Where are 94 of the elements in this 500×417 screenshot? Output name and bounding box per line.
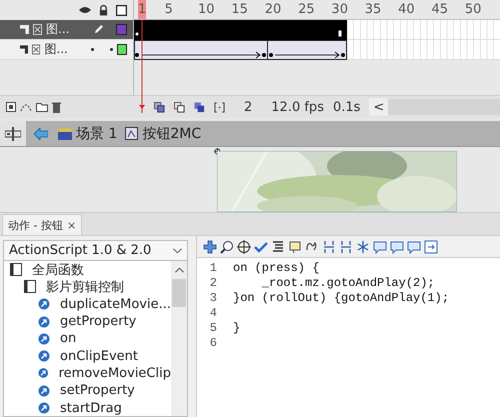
frame-number: 35 xyxy=(364,2,382,17)
frame-number: 5 xyxy=(164,2,173,17)
line-number: 1 xyxy=(208,260,217,274)
comment-icon[interactable] xyxy=(407,240,421,254)
language-dropdown[interactable]: ActionScript 1.0 & 2.0 xyxy=(3,240,188,261)
symbol-icon xyxy=(125,127,138,140)
comment-icon[interactable] xyxy=(390,240,404,254)
script-assist-icon[interactable] xyxy=(424,240,438,254)
line-number: 2 xyxy=(208,276,217,290)
layer-name[interactable]: 图... xyxy=(46,21,80,38)
panel-title: 动作 - 按钮 xyxy=(8,218,63,232)
close-button[interactable]: × xyxy=(66,218,76,232)
action-icon xyxy=(38,298,50,310)
layer-icon xyxy=(20,25,29,34)
action-icon xyxy=(38,384,50,397)
symbol-icon xyxy=(33,24,42,35)
tree-item[interactable]: removeMovieClip xyxy=(4,364,171,382)
folder-icon[interactable] xyxy=(36,102,48,112)
frame-number: 10 xyxy=(198,2,215,17)
frame-number: 20 xyxy=(264,2,282,17)
playhead[interactable] xyxy=(138,0,146,107)
comment-icon[interactable] xyxy=(373,240,387,254)
code-line: }on (rollOut) {gotoAndPlay(1); xyxy=(233,290,450,304)
line-number: 3 xyxy=(208,290,217,304)
lock-dot[interactable] xyxy=(110,48,113,51)
panel-tab[interactable]: 动作 - 按钮 × xyxy=(2,214,82,235)
outline-color-swatch[interactable] xyxy=(116,24,127,35)
layer-row[interactable]: 图... xyxy=(0,40,134,60)
tree-item[interactable]: getProperty xyxy=(4,312,171,330)
scroll-left-button[interactable]: < xyxy=(369,98,388,116)
code-line: _root.mz.gotoAndPlay(2); xyxy=(260,276,435,290)
search-icon[interactable] xyxy=(220,240,234,254)
code-line: } xyxy=(233,320,240,334)
expand-icon[interactable] xyxy=(356,240,370,254)
scroll-thumb[interactable] xyxy=(172,279,186,307)
scrollbar[interactable] xyxy=(171,261,187,416)
visibility-dot[interactable] xyxy=(91,48,94,51)
action-icon xyxy=(38,332,50,345)
layer-name[interactable]: 图... xyxy=(44,41,76,58)
marker-icon[interactable] xyxy=(214,102,225,112)
trash-icon[interactable] xyxy=(52,102,61,112)
code-line: on (press) { xyxy=(233,260,320,274)
action-icon xyxy=(38,350,50,362)
layer-icon xyxy=(20,45,28,54)
layer-row[interactable]: 图... xyxy=(0,20,134,40)
outline-icon[interactable] xyxy=(116,4,127,16)
tree-item[interactable]: on xyxy=(4,330,171,348)
code-hint-icon[interactable] xyxy=(288,240,302,254)
action-icon xyxy=(38,367,49,380)
frame-number: 40 xyxy=(398,2,415,17)
line-number: 6 xyxy=(208,336,217,350)
frame-number: 45 xyxy=(431,2,448,17)
tree-item[interactable]: 影片剪辑控制 xyxy=(4,278,171,296)
format-icon[interactable] xyxy=(271,240,285,254)
frame-number: 30 xyxy=(331,2,348,17)
clapperboard-icon xyxy=(58,128,72,140)
action-icon xyxy=(38,316,50,328)
onion-outline-icon[interactable] xyxy=(174,102,185,112)
frame-number: 15 xyxy=(231,2,248,17)
tree-item[interactable]: setProperty xyxy=(4,382,171,400)
check-icon[interactable] xyxy=(254,240,268,254)
target-icon[interactable] xyxy=(237,240,251,254)
collapse-icon[interactable] xyxy=(322,240,336,254)
line-number: 4 xyxy=(208,306,217,320)
back-arrow-icon[interactable] xyxy=(34,128,48,140)
tree-item[interactable]: duplicateMovie... xyxy=(4,296,171,313)
breadcrumb-link[interactable]: 场景 1 xyxy=(76,124,118,142)
chevron-down-icon xyxy=(173,248,182,254)
add-icon[interactable] xyxy=(203,240,217,254)
tree-item[interactable]: 全局函数 xyxy=(4,261,171,278)
pencil-icon xyxy=(94,25,103,34)
action-icon xyxy=(38,402,50,414)
current-frame: 2 xyxy=(244,100,252,114)
frame-number: 50 xyxy=(464,2,482,17)
motion-guide-icon[interactable] xyxy=(20,102,32,112)
line-number: 5 xyxy=(208,320,217,334)
symbol-icon xyxy=(32,44,40,55)
eye-icon[interactable] xyxy=(79,6,91,14)
frame-rate[interactable]: 12.0 fps xyxy=(271,100,324,114)
breadcrumb-link[interactable]: 按钮2MC xyxy=(142,124,202,142)
tree-item[interactable]: startDrag xyxy=(4,399,171,416)
elapsed-time: 0.1s xyxy=(332,100,360,114)
frame-number: 1 xyxy=(138,2,146,17)
lock-icon[interactable] xyxy=(99,4,108,16)
timeline-toggle-icon[interactable] xyxy=(5,126,21,140)
new-layer-icon[interactable] xyxy=(6,102,16,112)
book-icon xyxy=(24,280,36,294)
frame-number: 25 xyxy=(298,2,315,17)
scroll-up-icon[interactable] xyxy=(174,267,184,273)
outline-color-swatch[interactable] xyxy=(116,44,127,55)
collapse-icon[interactable] xyxy=(339,240,353,254)
onion-skin-icon[interactable] xyxy=(154,102,165,112)
tree-item[interactable]: onClipEvent xyxy=(4,347,171,365)
edit-frames-icon[interactable] xyxy=(194,102,205,112)
